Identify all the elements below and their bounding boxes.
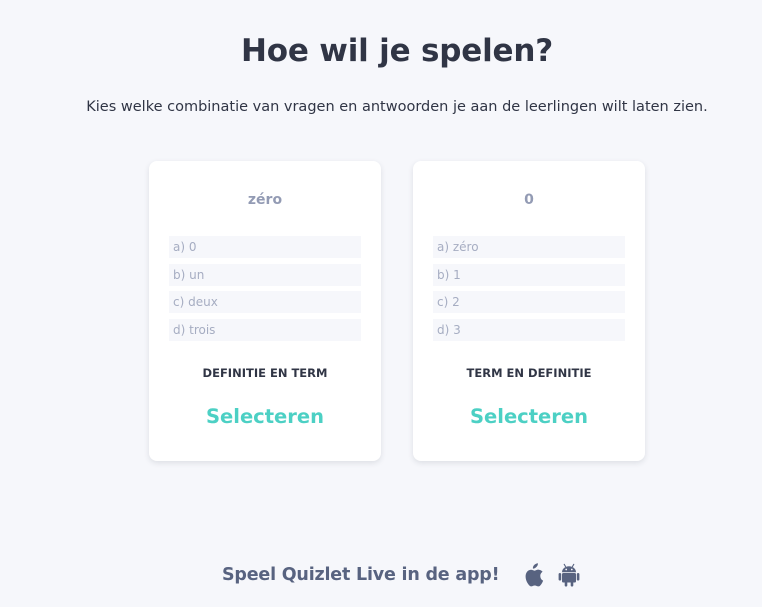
answer-option: d) trois (169, 318, 361, 341)
app-promo: Speel Quizlet Live in de app! (222, 561, 580, 589)
mode-label: DEFINITIE EN TERM (202, 366, 328, 380)
apple-icon[interactable] (522, 563, 544, 587)
select-term-definition-button[interactable]: Selecteren (413, 405, 645, 428)
card-prompt: 0 (524, 192, 534, 208)
mode-label: TERM EN DEFINITIE (466, 366, 592, 380)
answer-option: b) 1 (433, 263, 625, 286)
answer-option: a) zéro (433, 236, 625, 258)
mode-card-term-definition[interactable]: 0 a) zéro b) 1 c) 2 d) 3 TERM EN DEFINIT… (413, 161, 645, 461)
app-promo-text: Speel Quizlet Live in de app! (222, 565, 500, 585)
answer-list: a) 0 b) un c) deux d) trois (169, 236, 361, 346)
answer-option: c) 2 (433, 291, 625, 313)
answer-list: a) zéro b) 1 c) 2 d) 3 (433, 236, 625, 346)
answer-option: c) deux (169, 291, 361, 313)
mode-card-definition-term[interactable]: zéro a) 0 b) un c) deux d) trois DEFINIT… (149, 161, 381, 461)
answer-option: b) un (169, 263, 361, 286)
card-prompt: zéro (247, 192, 283, 208)
answer-option: a) 0 (169, 236, 361, 258)
page-subtitle: Kies welke combinatie van vragen en antw… (86, 99, 708, 115)
android-icon[interactable] (558, 563, 580, 587)
answer-option: d) 3 (433, 318, 625, 341)
select-definition-term-button[interactable]: Selecteren (149, 405, 381, 428)
page-title: Hoe wil je spelen? (241, 33, 553, 69)
